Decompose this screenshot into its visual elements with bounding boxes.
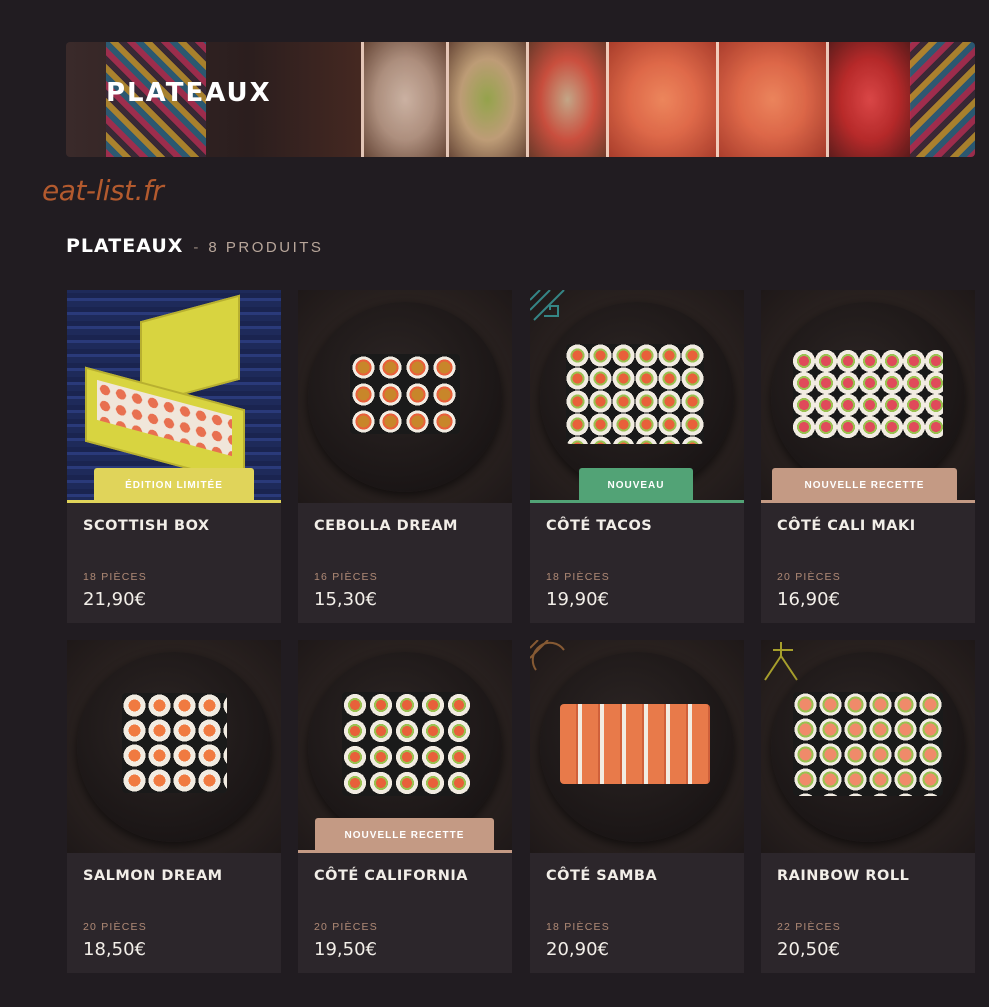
product-price: 21,90€ bbox=[83, 589, 146, 610]
banner-sushi-roll bbox=[361, 42, 446, 157]
badge-underline bbox=[67, 500, 281, 503]
sushi-image bbox=[793, 692, 943, 796]
section-separator: - bbox=[193, 239, 199, 256]
product-card-cote-samba[interactable]: CÔTÉ SAMBA 18 PIÈCES 20,90€ bbox=[530, 640, 744, 973]
badge-limited-edition: ÉDITION LIMITÉE bbox=[94, 468, 254, 503]
banner-sushi-roll bbox=[606, 42, 716, 157]
badge-underline bbox=[298, 850, 512, 853]
product-card-salmon-dream[interactable]: SALMON DREAM 20 PIÈCES 18,50€ bbox=[67, 640, 281, 973]
product-card-cote-california[interactable]: NOUVELLE RECETTE CÔTÉ CALIFORNIA 20 PIÈC… bbox=[298, 640, 512, 973]
watermark: eat-list.fr bbox=[42, 174, 164, 207]
product-price: 19,50€ bbox=[314, 939, 377, 960]
product-count: 8 PRODUITS bbox=[208, 239, 324, 256]
badge-new: NOUVEAU bbox=[579, 468, 693, 503]
banner-sushi-roll bbox=[716, 42, 826, 157]
sushi-image bbox=[122, 693, 227, 793]
product-image[interactable] bbox=[761, 640, 975, 853]
product-pieces: 20 PIÈCES bbox=[83, 921, 147, 933]
sushi-image bbox=[793, 350, 943, 438]
sushi-image bbox=[560, 704, 710, 784]
product-name[interactable]: CÔTÉ CALIFORNIA bbox=[314, 868, 468, 884]
product-name[interactable]: CÔTÉ SAMBA bbox=[546, 868, 657, 884]
product-pieces: 18 PIÈCES bbox=[546, 921, 610, 933]
product-pieces: 22 PIÈCES bbox=[777, 921, 841, 933]
product-image[interactable] bbox=[67, 640, 281, 853]
product-pieces: 18 PIÈCES bbox=[546, 571, 610, 583]
product-name[interactable]: RAINBOW ROLL bbox=[777, 868, 909, 884]
product-image[interactable]: NOUVEAU bbox=[530, 290, 744, 503]
section-title: PLATEAUX bbox=[66, 235, 184, 257]
product-pieces: 20 PIÈCES bbox=[777, 571, 841, 583]
product-name[interactable]: CÔTÉ TACOS bbox=[546, 518, 652, 534]
banner-sushi-roll bbox=[826, 42, 911, 157]
product-name[interactable]: CEBOLLA DREAM bbox=[314, 518, 458, 534]
product-price: 15,30€ bbox=[314, 589, 377, 610]
section-heading: PLATEAUX - 8 PRODUITS bbox=[66, 235, 323, 257]
product-card-cebolla-dream[interactable]: CEBOLLA DREAM 16 PIÈCES 15,30€ bbox=[298, 290, 512, 623]
banner-sushi-roll bbox=[526, 42, 606, 157]
product-name[interactable]: SALMON DREAM bbox=[83, 868, 223, 884]
product-price: 18,50€ bbox=[83, 939, 146, 960]
product-name[interactable]: CÔTÉ CALI MAKI bbox=[777, 518, 916, 534]
gift-box-image bbox=[85, 294, 265, 488]
product-pieces: 20 PIÈCES bbox=[314, 921, 378, 933]
badge-new-recipe: NOUVELLE RECETTE bbox=[772, 468, 957, 503]
product-image[interactable]: ÉDITION LIMITÉE bbox=[67, 290, 281, 503]
banner-sushi-roll bbox=[446, 42, 526, 157]
product-price: 20,90€ bbox=[546, 939, 609, 960]
product-image[interactable]: NOUVELLE RECETTE bbox=[298, 640, 512, 853]
sushi-image bbox=[342, 692, 470, 796]
product-card-cote-cali-maki[interactable]: NOUVELLE RECETTE CÔTÉ CALI MAKI 20 PIÈCE… bbox=[761, 290, 975, 623]
product-card-cote-tacos[interactable]: NOUVEAU CÔTÉ TACOS 18 PIÈCES 19,90€ bbox=[530, 290, 744, 623]
banner-title: PLATEAUX bbox=[106, 78, 272, 108]
product-price: 19,90€ bbox=[546, 589, 609, 610]
product-image[interactable] bbox=[298, 290, 512, 503]
sushi-image bbox=[350, 354, 460, 434]
sushi-image bbox=[566, 344, 704, 444]
badge-new-recipe: NOUVELLE RECETTE bbox=[315, 818, 494, 853]
product-card-rainbow-roll[interactable]: RAINBOW ROLL 22 PIÈCES 20,50€ bbox=[761, 640, 975, 973]
product-pieces: 16 PIÈCES bbox=[314, 571, 378, 583]
product-pieces: 18 PIÈCES bbox=[83, 571, 147, 583]
banner-pattern-right bbox=[910, 42, 975, 157]
badge-underline bbox=[530, 500, 744, 503]
badge-underline bbox=[761, 500, 975, 503]
product-price: 20,50€ bbox=[777, 939, 840, 960]
product-name[interactable]: SCOTTISH BOX bbox=[83, 518, 210, 534]
product-image[interactable]: NOUVELLE RECETTE bbox=[761, 290, 975, 503]
product-price: 16,90€ bbox=[777, 589, 840, 610]
product-image[interactable] bbox=[530, 640, 744, 853]
product-card-scottish-box[interactable]: ÉDITION LIMITÉE SCOTTISH BOX 18 PIÈCES 2… bbox=[67, 290, 281, 623]
category-banner: PLATEAUX bbox=[66, 42, 975, 157]
